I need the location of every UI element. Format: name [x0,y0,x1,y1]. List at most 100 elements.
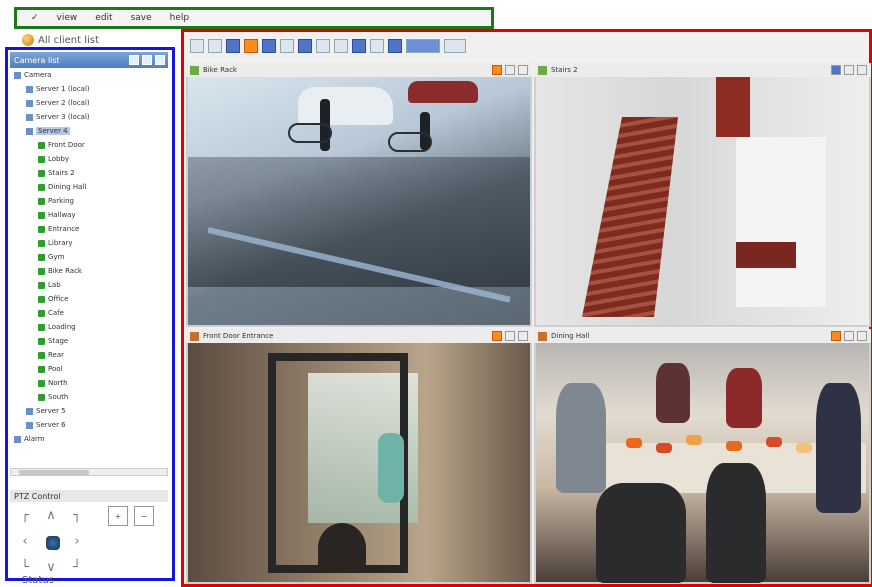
tree-server-item[interactable]: Server 6 [26,420,66,430]
tree-camera-item[interactable]: Library [38,238,72,248]
layout-6-icon[interactable] [280,39,294,53]
ptz-left-icon[interactable]: ‹ [16,532,34,550]
close-icon[interactable] [518,65,528,75]
close-icon[interactable] [857,331,867,341]
tree-camera-item[interactable]: North [38,378,68,388]
record-icon[interactable] [831,331,841,341]
zoom-out-button[interactable]: − [134,506,154,526]
video-tile-3[interactable]: Front Door Entrance [186,329,532,584]
record-icon[interactable] [492,65,502,75]
wall-shape [736,137,826,307]
video-feed [188,77,530,325]
layout-7-icon[interactable] [298,39,312,53]
tree-camera-item[interactable]: Stage [38,336,68,346]
car-shape [298,87,393,125]
tree-server-item[interactable]: Server 2 (local) [26,98,90,108]
video-tile-1[interactable]: Bike Rack [186,63,532,327]
tree-camera-item[interactable]: Stairs 2 [38,168,75,178]
tree-camera-item[interactable]: Lab [38,280,61,290]
ptz-up-icon[interactable]: ∧ [42,506,60,524]
layout-4-icon[interactable] [244,39,258,53]
close-icon[interactable] [857,65,867,75]
tree-item-label: Server 6 [36,421,66,429]
tree-server-item[interactable]: Server 1 (local) [26,84,90,94]
tree-item-label: Cafe [48,309,64,317]
camera-icon [38,225,45,233]
layout-9-icon[interactable] [334,39,348,53]
panel-refresh-icon[interactable] [129,55,139,65]
ptz-down-right-icon[interactable]: ┘ [68,558,86,576]
panel-settings-icon[interactable] [142,55,152,65]
person-shape [556,383,606,493]
tree-camera-item[interactable]: Loading [38,322,76,332]
tree-camera-item[interactable]: Rear [38,350,64,360]
layout-3-icon[interactable] [226,39,240,53]
food-shape [686,435,702,445]
menu-item-edit[interactable]: edit [95,13,112,23]
scrollbar-thumb[interactable] [19,470,89,475]
tree-camera-item[interactable]: Pool [38,364,62,374]
video-feed [536,77,869,325]
layout-5-icon[interactable] [262,39,276,53]
video-tile-4[interactable]: Dining Hall [534,329,871,584]
ptz-right-icon[interactable]: › [68,532,86,550]
tree-server-item[interactable]: Camera [14,70,51,80]
layout-2-icon[interactable] [208,39,222,53]
layout-11-icon[interactable] [370,39,384,53]
tree-item-label: Camera [24,71,52,79]
ptz-up-right-icon[interactable]: ┐ [68,506,86,524]
tree-camera-item[interactable]: Bike Rack [38,266,82,276]
ptz-down-icon[interactable]: ∨ [42,558,60,576]
server-icon [26,421,33,429]
person-shape [706,463,766,583]
layout-10-icon[interactable] [352,39,366,53]
zoom-in-button[interactable]: + [108,506,128,526]
tree-camera-item[interactable]: Hallway [38,210,76,220]
snapshot-icon[interactable] [505,65,515,75]
menu-item-view[interactable]: view [57,13,78,23]
camera-icon [38,253,45,261]
close-icon[interactable] [518,331,528,341]
tree-item-label: Parking [48,197,74,205]
tree-camera-item[interactable]: Front Door [38,140,85,150]
tree-horizontal-scrollbar[interactable] [10,468,168,476]
tile-title: Stairs 2 [551,66,578,74]
layout-1-icon[interactable] [190,39,204,53]
ptz-up-left-icon[interactable]: ┌ [16,506,34,524]
tree-camera-item[interactable]: Office [38,294,68,304]
ptz-home-icon[interactable] [44,534,62,552]
tree-server-item[interactable]: Server 3 (local) [26,112,90,122]
menu-item-save[interactable]: save [131,13,152,23]
tree-camera-item[interactable]: Cafe [38,308,64,318]
snapshot-icon[interactable] [844,331,854,341]
record-icon[interactable] [492,331,502,341]
person-shape [596,483,686,583]
tree-server-item[interactable]: Alarm [14,434,45,444]
snapshot-icon[interactable] [844,65,854,75]
camera-icon [38,211,45,219]
camera-list-panel: Camera list Camera Server 1 (local) Server… [5,47,175,581]
tree-server-item[interactable]: Server 5 [26,406,66,416]
tree-camera-item[interactable]: Lobby [38,154,69,164]
tree-camera-item[interactable]: South [38,392,68,402]
video-tile-2[interactable]: Stairs 2 [534,63,871,327]
layout-grid-16-icon[interactable] [406,39,440,53]
tree-camera-item[interactable]: Entrance [38,224,79,234]
snapshot-icon[interactable] [505,331,515,341]
tree-server-item[interactable]: Server 4 [26,126,70,136]
layout-8-icon[interactable] [316,39,330,53]
ptz-pad: ┌ ∧ ┐ ‹ › └ ∨ ┘ [16,506,96,578]
ptz-down-left-icon[interactable]: └ [16,558,34,576]
layout-grid-9-icon[interactable] [444,39,466,53]
record-icon[interactable] [831,65,841,75]
menu-item-check[interactable]: ✓ [31,13,39,23]
zoom-controls: + − [108,506,163,536]
camera-icon [38,309,45,317]
menu-item-help[interactable]: help [170,13,189,23]
tree-camera-item[interactable]: Gym [38,252,64,262]
tree-camera-item[interactable]: Parking [38,196,74,206]
tree-camera-item[interactable]: Dining Hall [38,182,86,192]
camera-icon [38,281,45,289]
layout-12-icon[interactable] [388,39,402,53]
panel-close-icon[interactable] [155,55,165,65]
